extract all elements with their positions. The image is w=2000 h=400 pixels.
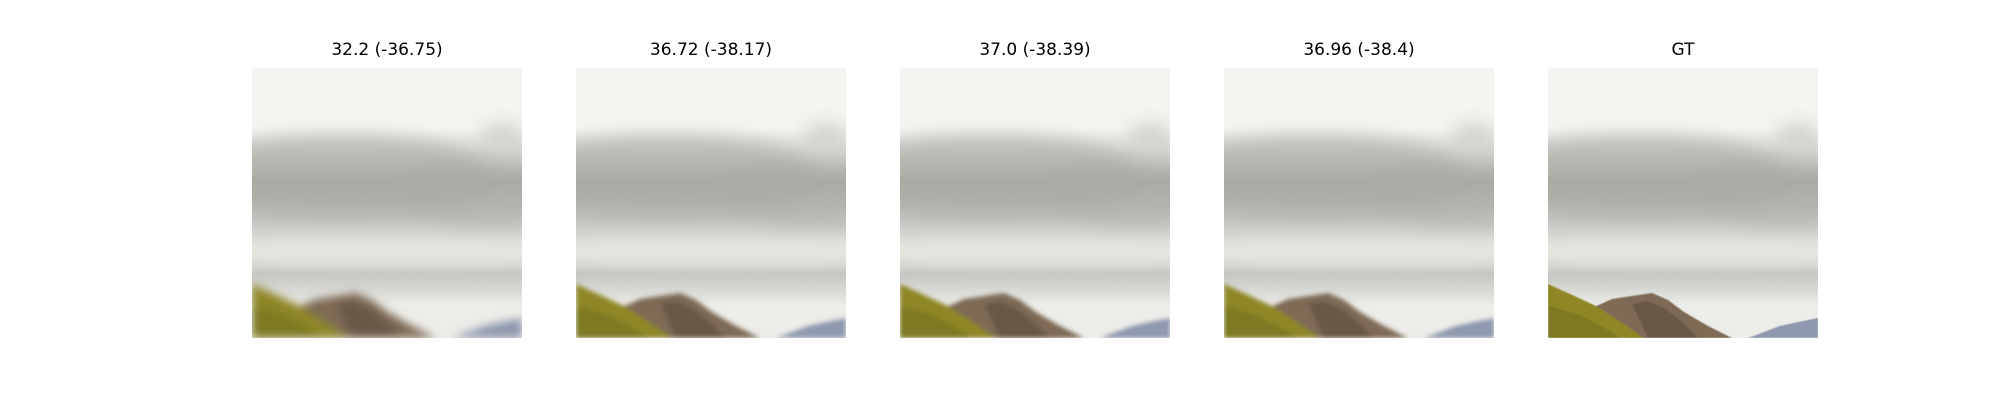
landscape-image [252, 68, 522, 338]
panel-title: 36.72 (-38.17) [649, 40, 773, 60]
landscape-image [1224, 68, 1494, 338]
panel-title: 36.96 (-38.4) [1303, 40, 1415, 60]
panel-title: 32.2 (-36.75) [331, 40, 443, 60]
landscape-image [1548, 68, 1818, 338]
panel-reconstruction-2: 36.72 (-38.17) [576, 40, 846, 338]
landscape-image [900, 68, 1170, 338]
landscape-image [576, 68, 846, 338]
panel-title: GT [1671, 40, 1695, 60]
panel-reconstruction-4: 36.96 (-38.4) [1224, 40, 1494, 338]
panel-reconstruction-1: 32.2 (-36.75) [252, 40, 522, 338]
comparison-figure: 32.2 (-36.75) 36.72 (-38.17) 37.0 (-38.3… [0, 0, 2000, 400]
panel-reconstruction-3: 37.0 (-38.39) [900, 40, 1170, 338]
panel-title: 37.0 (-38.39) [979, 40, 1091, 60]
panel-ground-truth: GT [1548, 40, 1818, 338]
